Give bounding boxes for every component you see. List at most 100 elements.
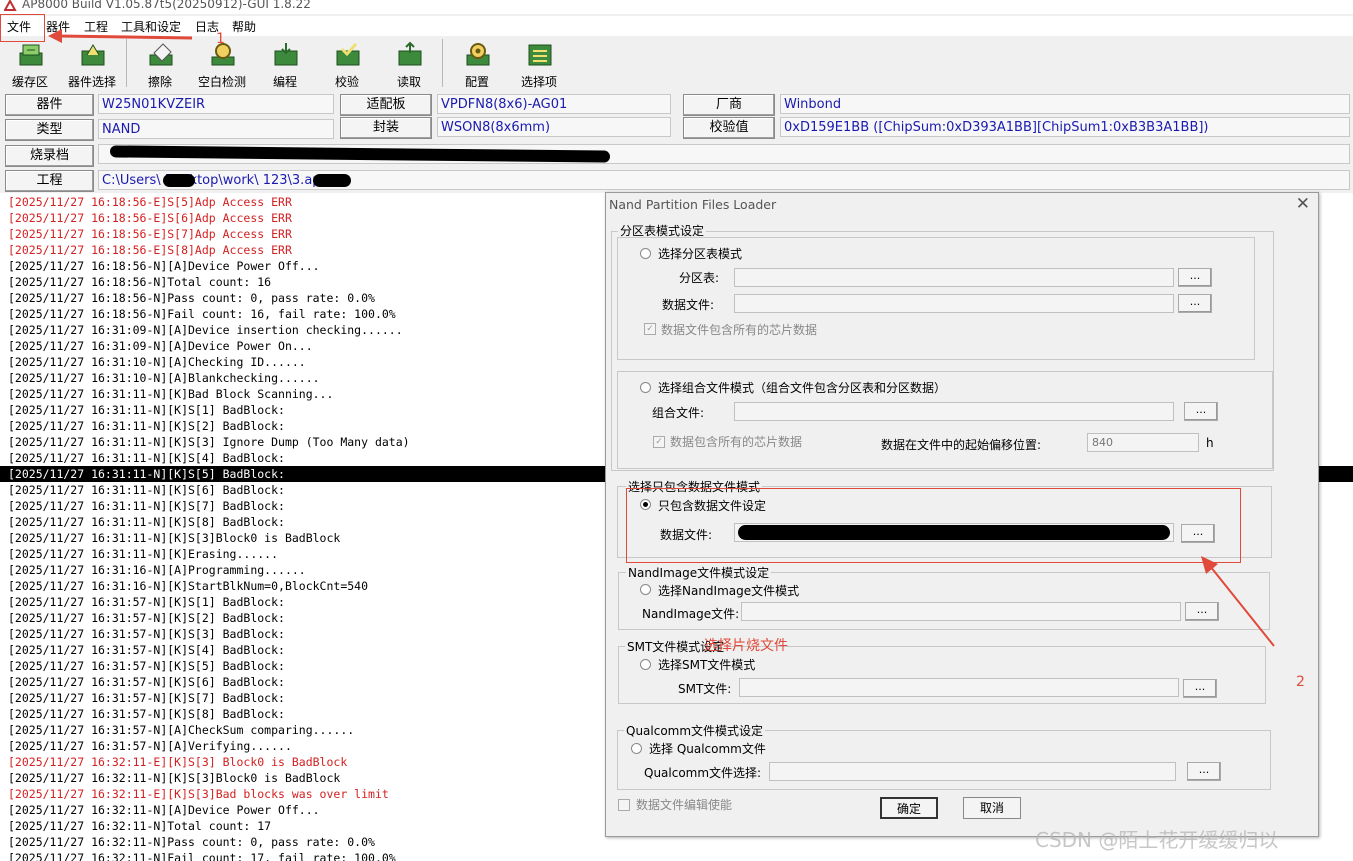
smt-file-label: SMT文件: xyxy=(678,682,732,696)
log-line: [2025/11/27 16:31:57-N][K]S[7] BadBlock: xyxy=(8,691,285,705)
log-line: [2025/11/27 16:31:10-N][A]Checking ID...… xyxy=(8,355,306,369)
ptable-field[interactable] xyxy=(734,268,1174,287)
ptable-label: 分区表: xyxy=(679,271,720,285)
log-line: [2025/11/27 16:31:16-N][A]Programming...… xyxy=(8,563,306,577)
options-button[interactable]: 选择项 xyxy=(510,37,568,91)
log-line: [2025/11/27 16:31:11-N][K]Bad Block Scan… xyxy=(8,387,334,401)
annotation-number-1: 1 xyxy=(216,31,225,47)
log-line: [2025/11/27 16:31:10-N][A]Blankchecking.… xyxy=(8,371,320,385)
type-value: NAND xyxy=(98,119,334,139)
log-line: [2025/11/27 16:31:57-N][K]S[3] BadBlock: xyxy=(8,627,285,641)
menu-bar: 文件 器件 工程 工具和设定 日志 帮助 xyxy=(0,16,1353,36)
combo-allchip-checkbox[interactable]: ✓ xyxy=(653,436,665,448)
watermark: CSDN @陌上花开缓缓归以 xyxy=(1035,828,1279,852)
log-line: [2025/11/27 16:31:11-N][K]S[6] BadBlock: xyxy=(8,483,285,497)
log-line: [2025/11/27 16:31:57-N][K]S[6] BadBlock: xyxy=(8,675,285,689)
log-line: [2025/11/27 16:32:11-N]Fail count: 17, f… xyxy=(8,851,396,861)
log-line: [2025/11/27 16:31:11-N][K]S[4] BadBlock: xyxy=(8,451,285,465)
checksum-label-button[interactable]: 校验值 xyxy=(683,117,775,139)
smt-radio[interactable] xyxy=(640,659,651,670)
ptable-datafile-browse-button[interactable]: ... xyxy=(1178,294,1212,313)
annotation-note: 选择片烧文件 xyxy=(704,638,788,654)
program-icon xyxy=(274,43,298,66)
log-line: [2025/11/27 16:18:56-E]S[7]Adp Access ER… xyxy=(8,227,292,241)
package-label-button[interactable]: 封装 xyxy=(340,117,432,139)
log-line: [2025/11/27 16:18:56-N]Pass count: 0, pa… xyxy=(8,291,375,305)
ptable-allchip-label: 数据文件包含所有的芯片数据 xyxy=(661,323,818,337)
log-line: [2025/11/27 16:31:57-N][A]CheckSum compa… xyxy=(8,723,355,737)
log-line: [2025/11/27 16:31:57-N][K]S[1] BadBlock: xyxy=(8,595,285,609)
log-line: [2025/11/27 16:31:11-N][K]S[3] Ignore Du… xyxy=(8,435,410,449)
annotation-arrow-1 xyxy=(48,29,193,43)
log-line: [2025/11/27 16:31:57-N][K]S[5] BadBlock: xyxy=(8,659,285,673)
checksum-value: 0xD159E1BB ([ChipSum:0xD393A1BB][ChipSum… xyxy=(780,117,1350,137)
qualcomm-file-label: Qualcomm文件选择: xyxy=(644,766,762,780)
options-icon xyxy=(528,44,552,66)
log-line: [2025/11/27 16:18:56-N][A]Device Power O… xyxy=(8,259,320,273)
nandimage-radio-label: 选择NandImage文件模式 xyxy=(658,584,800,598)
combo-file-label: 组合文件: xyxy=(652,406,705,420)
log-line: [2025/11/27 16:31:11-N][K]Erasing...... xyxy=(8,547,279,561)
qualcomm-file-field[interactable] xyxy=(769,762,1176,781)
buffer-icon xyxy=(19,44,43,66)
burnfile-label-button[interactable]: 烧录档 xyxy=(5,145,94,167)
project-label-button[interactable]: 工程 xyxy=(5,170,94,192)
ptable-datafile-field[interactable] xyxy=(734,294,1174,313)
app-logo-icon xyxy=(4,0,17,11)
combo-file-field[interactable] xyxy=(734,402,1174,421)
close-icon[interactable]: ✕ xyxy=(1296,194,1310,214)
cancel-button[interactable]: 取消 xyxy=(963,797,1021,819)
offset-unit: h xyxy=(1206,436,1214,450)
partition-table-radio-label: 选择分区表模式 xyxy=(658,247,743,261)
ptable-datafile-label: 数据文件: xyxy=(662,298,715,312)
qualcomm-radio-label: 选择 Qualcomm文件 xyxy=(649,742,766,756)
qualcomm-browse-button[interactable]: ... xyxy=(1187,762,1221,781)
smt-browse-button[interactable]: ... xyxy=(1183,679,1217,698)
log-line: [2025/11/27 16:32:11-E][K]S[3] Block0 is… xyxy=(8,755,348,769)
annotation-number-2: 2 xyxy=(1296,674,1305,690)
dialog-title: Nand Partition Files Loader xyxy=(609,197,777,212)
data-edit-enable-checkbox[interactable] xyxy=(618,799,630,811)
log-line: [2025/11/27 16:32:11-N][A]Device Power O… xyxy=(8,803,320,817)
device-label-button[interactable]: 器件 xyxy=(5,94,94,116)
type-label-button[interactable]: 类型 xyxy=(5,119,94,141)
nandimage-radio[interactable] xyxy=(640,584,651,595)
partition-table-radio[interactable] xyxy=(640,248,651,259)
ptable-browse-button[interactable]: ... xyxy=(1178,268,1212,287)
log-line: [2025/11/27 16:18:56-E]S[5]Adp Access ER… xyxy=(8,195,292,209)
read-button[interactable]: 读取 xyxy=(380,37,438,91)
offset-field[interactable]: 840 xyxy=(1087,433,1199,452)
vendor-label-button[interactable]: 厂商 xyxy=(683,94,775,116)
log-line: [2025/11/27 16:32:11-N][K]S[3]Block0 is … xyxy=(8,771,341,785)
project-value: C:\Users\ Desktop\work\ 123\3.apr xyxy=(98,170,1350,190)
smt-file-field[interactable] xyxy=(739,678,1179,697)
log-line: [2025/11/27 16:31:11-N][K]S[3]Block0 is … xyxy=(8,531,341,545)
vendor-value: Winbond xyxy=(780,94,1350,114)
nandimage-file-field[interactable] xyxy=(741,602,1181,621)
qualcomm-group-title: Qualcomm文件模式设定 xyxy=(624,722,766,739)
qualcomm-radio[interactable] xyxy=(631,743,642,754)
read-icon xyxy=(398,41,422,66)
title-bar: AP8000 Build V1.05.87t5(20250912)-GUI 1.… xyxy=(0,0,1353,14)
log-line: [2025/11/27 16:31:09-N][A]Device Power O… xyxy=(8,339,313,353)
log-line: [2025/11/27 16:31:11-N][K]S[7] BadBlock: xyxy=(8,499,285,513)
smt-radio-label: 选择SMT文件模式 xyxy=(658,658,756,672)
log-line: [2025/11/27 16:31:09-N][A]Device inserti… xyxy=(8,323,403,337)
redaction-mark xyxy=(163,174,195,187)
log-line: [2025/11/27 16:31:57-N][A]Verifying.....… xyxy=(8,739,292,753)
adapter-label-button[interactable]: 适配板 xyxy=(340,94,432,116)
menu-help[interactable]: 帮助 xyxy=(232,18,256,35)
ok-button[interactable]: 确定 xyxy=(880,797,938,819)
log-line: [2025/11/27 16:32:11-N]Total count: 17 xyxy=(8,819,272,833)
combo-file-browse-button[interactable]: ... xyxy=(1184,402,1218,421)
combo-file-radio[interactable] xyxy=(640,382,651,393)
ptable-allchip-checkbox[interactable]: ✓ xyxy=(644,323,656,335)
annotation-arrow-2 xyxy=(1201,556,1275,647)
annotation-box-data-only xyxy=(626,488,1241,563)
window-title: AP8000 Build V1.05.87t5(20250912)-GUI 1.… xyxy=(22,0,311,11)
package-value: WSON8(8x6mm) xyxy=(437,117,671,137)
log-line: [2025/11/27 16:31:57-N][K]S[8] BadBlock: xyxy=(8,707,285,721)
log-line: [2025/11/27 16:32:11-N]Pass count: 0, pa… xyxy=(8,835,375,849)
log-line: [2025/11/27 16:32:11-E][K]S[3]Bad blocks… xyxy=(8,787,389,801)
config-icon xyxy=(466,43,490,66)
